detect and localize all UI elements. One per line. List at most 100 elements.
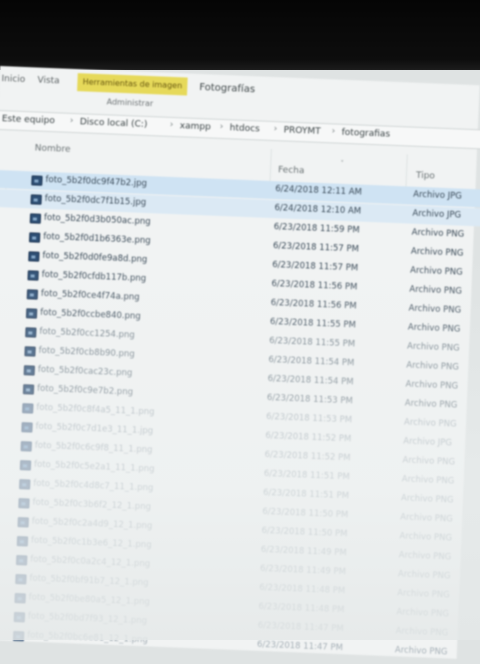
column-divider[interactable] <box>269 148 272 183</box>
file-name: foto_5b2f0dc7f1b15.jpg <box>44 193 147 208</box>
file-type: Archivo JPG <box>412 208 462 221</box>
file-name: foto_5b2f0c7d1e3_11_1.jpg <box>35 421 154 437</box>
image-file-icon <box>26 289 39 300</box>
breadcrumb-xampp[interactable]: xampp <box>180 121 211 132</box>
image-file-icon <box>15 555 28 566</box>
file-name: foto_5b2f0c9e7b2.png <box>36 383 134 398</box>
file-type: Archivo PNG <box>397 569 451 582</box>
image-file-icon <box>19 460 32 471</box>
file-name: foto_5b2f0c2a4d9_12_1.png <box>31 516 153 532</box>
breadcrumb-separator-icon: › <box>69 115 74 126</box>
file-date: 6/23/2018 11:50 PM <box>261 525 348 540</box>
file-name: foto_5b2f0c0a2c4_12_1.png <box>30 554 151 570</box>
file-type: Archivo PNG <box>398 550 452 563</box>
file-name: foto_5b2f0cfdb117b.png <box>41 269 147 285</box>
breadcrumb-separator-icon: › <box>169 119 174 131</box>
file-type: Archivo PNG <box>399 531 453 544</box>
ribbon-tabs: Inicio Vista Herramientas de imagen Foto… <box>0 70 480 108</box>
file-date: 6/23/2018 11:52 PM <box>265 430 352 445</box>
file-date: 6/23/2018 11:56 PM <box>271 279 358 293</box>
file-date: 6/23/2018 11:57 PM <box>272 260 359 274</box>
column-nombre[interactable]: Nombre <box>35 143 71 154</box>
file-date: 6/23/2018 11:48 PM <box>259 582 346 597</box>
tab-administrar[interactable]: Administrar <box>106 97 153 108</box>
file-date: 6/23/2018 11:56 PM <box>270 298 357 312</box>
image-file-icon <box>25 308 38 319</box>
column-tipo[interactable]: Tipo <box>416 171 435 182</box>
file-name: foto_5b2f0bd7f93_12_1.png <box>27 611 148 627</box>
file-date: 6/23/2018 11:57 PM <box>272 241 360 255</box>
file-name: foto_5b2f0cc1254.png <box>39 326 135 341</box>
context-tab-herramientas-imagen[interactable]: Herramientas de imagen <box>77 73 188 96</box>
file-name: foto_5b2f0ce4f74a.png <box>40 288 140 303</box>
image-file-icon <box>30 194 42 205</box>
file-date: 6/23/2018 11:52 PM <box>264 449 351 464</box>
image-file-icon <box>31 175 43 186</box>
file-date: 6/23/2018 11:53 PM <box>266 392 353 407</box>
image-file-icon <box>23 365 36 376</box>
file-explorer-window: Inicio Vista Herramientas de imagen Foto… <box>0 66 480 659</box>
file-type: Archivo JPG <box>412 189 463 202</box>
image-file-icon <box>22 384 35 395</box>
file-type: Archivo PNG <box>395 626 449 639</box>
image-file-icon <box>13 612 26 623</box>
file-type: Archivo PNG <box>405 379 459 392</box>
file-date: 6/23/2018 11:49 PM <box>259 563 347 578</box>
image-file-icon <box>29 213 42 224</box>
file-date: 6/23/2018 11:54 PM <box>268 355 355 369</box>
breadcrumb-proymt[interactable]: PROYMT <box>283 125 320 136</box>
file-name: foto_5b2f0bf91b7_12_1.png <box>29 573 149 589</box>
file-name: foto_5b2f0c6c9f8_11_1.png <box>34 440 153 456</box>
file-type: Archivo PNG <box>401 474 455 487</box>
file-date: 6/24/2018 12:10 AM <box>274 203 362 217</box>
image-file-icon <box>27 270 39 281</box>
file-type: Archivo PNG <box>400 512 453 525</box>
breadcrumb-separator-icon: › <box>219 121 224 133</box>
tab-inicio[interactable]: Inicio <box>1 74 25 85</box>
file-name: foto_5b2f0be80a5_12_1.png <box>28 592 151 608</box>
tab-vista[interactable]: Vista <box>37 76 60 87</box>
breadcrumb-htdocs[interactable]: htdocs <box>229 123 259 134</box>
image-file-icon <box>20 441 32 452</box>
file-type: Archivo PNG <box>407 322 461 335</box>
breadcrumb-disco-local[interactable]: Disco local (C:) <box>80 117 148 130</box>
file-type: Archivo PNG <box>409 265 463 278</box>
file-name: foto_5b2f0c1b3e6_12_1.png <box>30 535 152 551</box>
file-type: Archivo PNG <box>394 645 448 658</box>
file-date: 6/23/2018 11:54 PM <box>267 373 354 388</box>
file-name: foto_5b2f0c5e2a1_11_1.png <box>33 459 155 475</box>
image-file-icon <box>21 422 33 433</box>
breadcrumb-fotografias[interactable]: fotografias <box>341 128 390 140</box>
file-type: Archivo PNG <box>406 360 460 373</box>
file-date: 6/23/2018 11:50 PM <box>262 506 349 521</box>
file-date: 6/23/2018 11:49 PM <box>260 544 347 559</box>
file-name: foto_5b2f0bc6e81_12_1.png <box>26 630 148 646</box>
file-name: foto_5b2f0cac23c.png <box>37 364 133 379</box>
column-fecha[interactable]: Fecha <box>278 165 305 176</box>
sort-down-icon: ˅ <box>340 159 345 168</box>
file-type: Archivo PNG <box>409 284 463 297</box>
file-type: Archivo PNG <box>410 246 464 259</box>
file-type: Archivo PNG <box>396 607 450 620</box>
image-file-icon <box>22 403 34 414</box>
breadcrumb-separator-icon: › <box>331 126 336 137</box>
file-type: Archivo PNG <box>408 303 462 316</box>
image-file-icon <box>18 498 30 509</box>
file-name: foto_5b2f0d0fe9a8d.png <box>42 250 148 266</box>
monitor-bezel <box>0 0 480 70</box>
file-type: Archivo PNG <box>400 493 454 506</box>
file-name: foto_5b2f0c8f4a5_11_1.png <box>36 402 155 418</box>
file-date: 6/23/2018 11:48 PM <box>258 601 345 616</box>
column-divider[interactable] <box>405 154 408 189</box>
image-file-icon <box>28 251 40 262</box>
file-date: 6/23/2018 11:53 PM <box>265 411 353 426</box>
image-file-icon <box>17 517 29 528</box>
file-type: Archivo PNG <box>411 227 465 240</box>
breadcrumb-este-equipo[interactable]: Este equipo <box>2 114 55 126</box>
file-name: foto_5b2f0c3b6f2_12_1.png <box>32 497 152 513</box>
file-type: Archivo PNG <box>402 455 456 468</box>
file-date: 6/24/2018 12:11 AM <box>275 184 363 198</box>
file-date: 6/23/2018 11:47 PM <box>256 639 344 654</box>
file-name: foto_5b2f0c4d8c7_11_1.png <box>33 478 154 494</box>
file-type: Archivo PNG <box>396 588 450 601</box>
